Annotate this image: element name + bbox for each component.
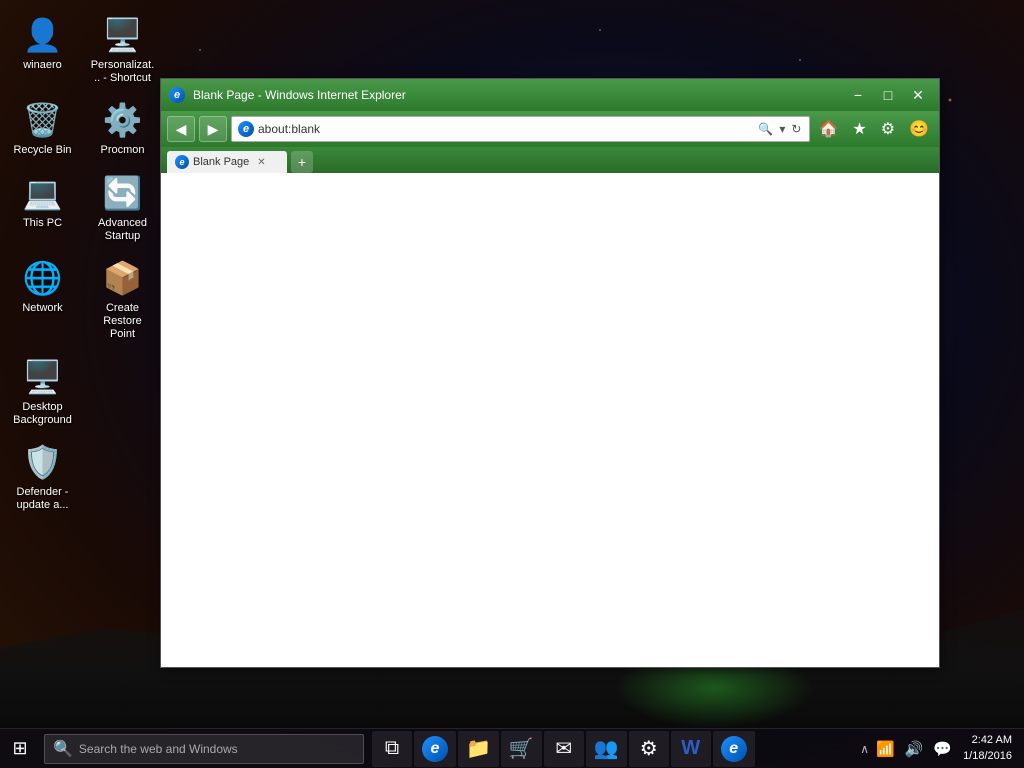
tab-ie-icon: e xyxy=(175,155,189,169)
icon-defender-update[interactable]: 🛡️ Defender - update a... xyxy=(5,437,80,517)
search-placeholder: Search the web and Windows xyxy=(79,742,238,756)
clock-time: 2:42 AM xyxy=(963,733,1012,748)
icon-desktop-background-label: Desktop Background xyxy=(10,401,75,427)
folder-button[interactable]: 📁 xyxy=(458,731,499,767)
tab-blank-page[interactable]: e Blank Page ✕ xyxy=(167,151,287,173)
ie-logo-titlebar: e xyxy=(169,87,185,103)
icon-this-pc[interactable]: 💻 This PC xyxy=(5,168,80,248)
emoji-button[interactable]: 😊 xyxy=(905,117,933,141)
icon-create-restore-point-label: Create Restore Point xyxy=(90,302,155,342)
icon-winaero-label: winaero xyxy=(23,59,62,72)
volume-tray-icon[interactable]: 🔊 xyxy=(902,738,927,760)
browser-content-area xyxy=(161,173,939,667)
search-icon: 🔍 xyxy=(53,739,73,759)
desktop: 👤 winaero 🖥️ Personalizat... - Shortcut … xyxy=(0,0,1024,768)
browser-tabs: e Blank Page ✕ + xyxy=(161,147,939,173)
browser-window: e Blank Page - Windows Internet Explorer… xyxy=(160,78,940,668)
icon-winaero[interactable]: 👤 winaero xyxy=(5,10,80,90)
back-button[interactable]: ◀ xyxy=(167,116,195,142)
search-box[interactable]: 🔍 Search the web and Windows xyxy=(44,734,364,764)
taskbar-center: ⧉ e 📁 🛒 ✉ 👥 ⚙ W e xyxy=(368,731,852,767)
icon-procmon[interactable]: ⚙️ Procmon xyxy=(85,95,160,162)
start-icon: ⊞ xyxy=(12,738,27,759)
new-tab-button[interactable]: + xyxy=(291,151,313,173)
settings-button[interactable]: ⚙ xyxy=(629,731,669,767)
tools-button[interactable]: ⚙ xyxy=(877,117,899,141)
clock-date: 1/18/2016 xyxy=(963,749,1012,764)
ie-taskbar-icon: e xyxy=(721,736,747,762)
icon-personalize-shortcut[interactable]: 🖥️ Personalizat... - Shortcut xyxy=(85,10,160,90)
network-tray-icon[interactable]: 📶 xyxy=(873,738,898,760)
tray-expand-button[interactable]: ∧ xyxy=(860,742,869,756)
address-ie-icon: e xyxy=(238,121,254,137)
address-actions: 🔍 ▾ ↻ xyxy=(756,122,803,136)
clock[interactable]: 2:42 AM 1/18/2016 xyxy=(959,733,1016,764)
settings-icon: ⚙ xyxy=(640,736,658,761)
icon-personalize-shortcut-label: Personalizat... - Shortcut xyxy=(90,59,155,85)
task-view-icon: ⧉ xyxy=(385,737,399,760)
start-button[interactable]: ⊞ xyxy=(0,729,40,768)
tab-close-button[interactable]: ✕ xyxy=(257,157,265,168)
icon-defender-update-label: Defender - update a... xyxy=(10,486,75,512)
word-button[interactable]: W xyxy=(671,731,711,767)
icon-advanced-startup-label: Advanced Startup xyxy=(90,217,155,243)
tab-title: Blank Page xyxy=(193,156,249,168)
icon-desktop-background[interactable]: 🖥️ Desktop Background xyxy=(5,352,80,432)
address-input[interactable] xyxy=(258,122,752,136)
browser-toolbar: ◀ ▶ e 🔍 ▾ ↻ 🏠 ★ ⚙ 😊 xyxy=(161,111,939,147)
store-icon: 🛒 xyxy=(509,736,534,761)
refresh-button[interactable]: ↻ xyxy=(789,122,803,136)
notification-tray-icon[interactable]: 💬 xyxy=(930,738,955,760)
home-button[interactable]: 🏠 xyxy=(814,117,842,141)
teams-button[interactable]: 👥 xyxy=(586,731,627,767)
mail-icon: ✉ xyxy=(555,736,572,761)
edge-button[interactable]: e xyxy=(414,731,456,767)
teams-icon: 👥 xyxy=(594,736,619,761)
favorites-button[interactable]: ★ xyxy=(848,117,870,141)
mail-button[interactable]: ✉ xyxy=(544,731,584,767)
close-button[interactable]: ✕ xyxy=(905,85,931,105)
ie-taskbar-button[interactable]: e xyxy=(713,731,755,767)
task-view-button[interactable]: ⧉ xyxy=(372,731,412,767)
icon-create-restore-point[interactable]: 📦 Create Restore Point xyxy=(85,253,160,347)
address-bar[interactable]: e 🔍 ▾ ↻ xyxy=(231,116,810,142)
dropdown-button[interactable]: ▾ xyxy=(777,122,787,136)
word-icon: W xyxy=(681,737,700,760)
icon-advanced-startup[interactable]: 🔄 Advanced Startup xyxy=(85,168,160,248)
desktop-icons: 👤 winaero 🖥️ Personalizat... - Shortcut … xyxy=(0,0,155,720)
system-tray: ∧ 📶 🔊 💬 2:42 AM 1/18/2016 xyxy=(852,733,1024,764)
browser-titlebar: e Blank Page - Windows Internet Explorer… xyxy=(161,79,939,111)
icon-procmon-label: Procmon xyxy=(100,144,144,157)
edge-icon: e xyxy=(422,736,448,762)
icon-recycle-bin-label: Recycle Bin xyxy=(13,144,71,157)
icon-this-pc-label: This PC xyxy=(23,217,62,230)
store-button[interactable]: 🛒 xyxy=(501,731,542,767)
icon-network-label: Network xyxy=(22,302,62,315)
maximize-button[interactable]: □ xyxy=(875,85,901,105)
icon-network[interactable]: 🌐 Network xyxy=(5,253,80,347)
icon-recycle-bin[interactable]: 🗑️ Recycle Bin xyxy=(5,95,80,162)
minimize-button[interactable]: − xyxy=(845,85,871,105)
forward-button[interactable]: ▶ xyxy=(199,116,227,142)
search-button[interactable]: 🔍 xyxy=(756,122,775,136)
taskbar: ⊞ 🔍 Search the web and Windows ⧉ e 📁 🛒 ✉ xyxy=(0,728,1024,768)
browser-title: Blank Page - Windows Internet Explorer xyxy=(189,88,841,102)
folder-icon: 📁 xyxy=(466,736,491,761)
browser-toolbar-right: 🏠 ★ ⚙ 😊 xyxy=(814,117,933,141)
